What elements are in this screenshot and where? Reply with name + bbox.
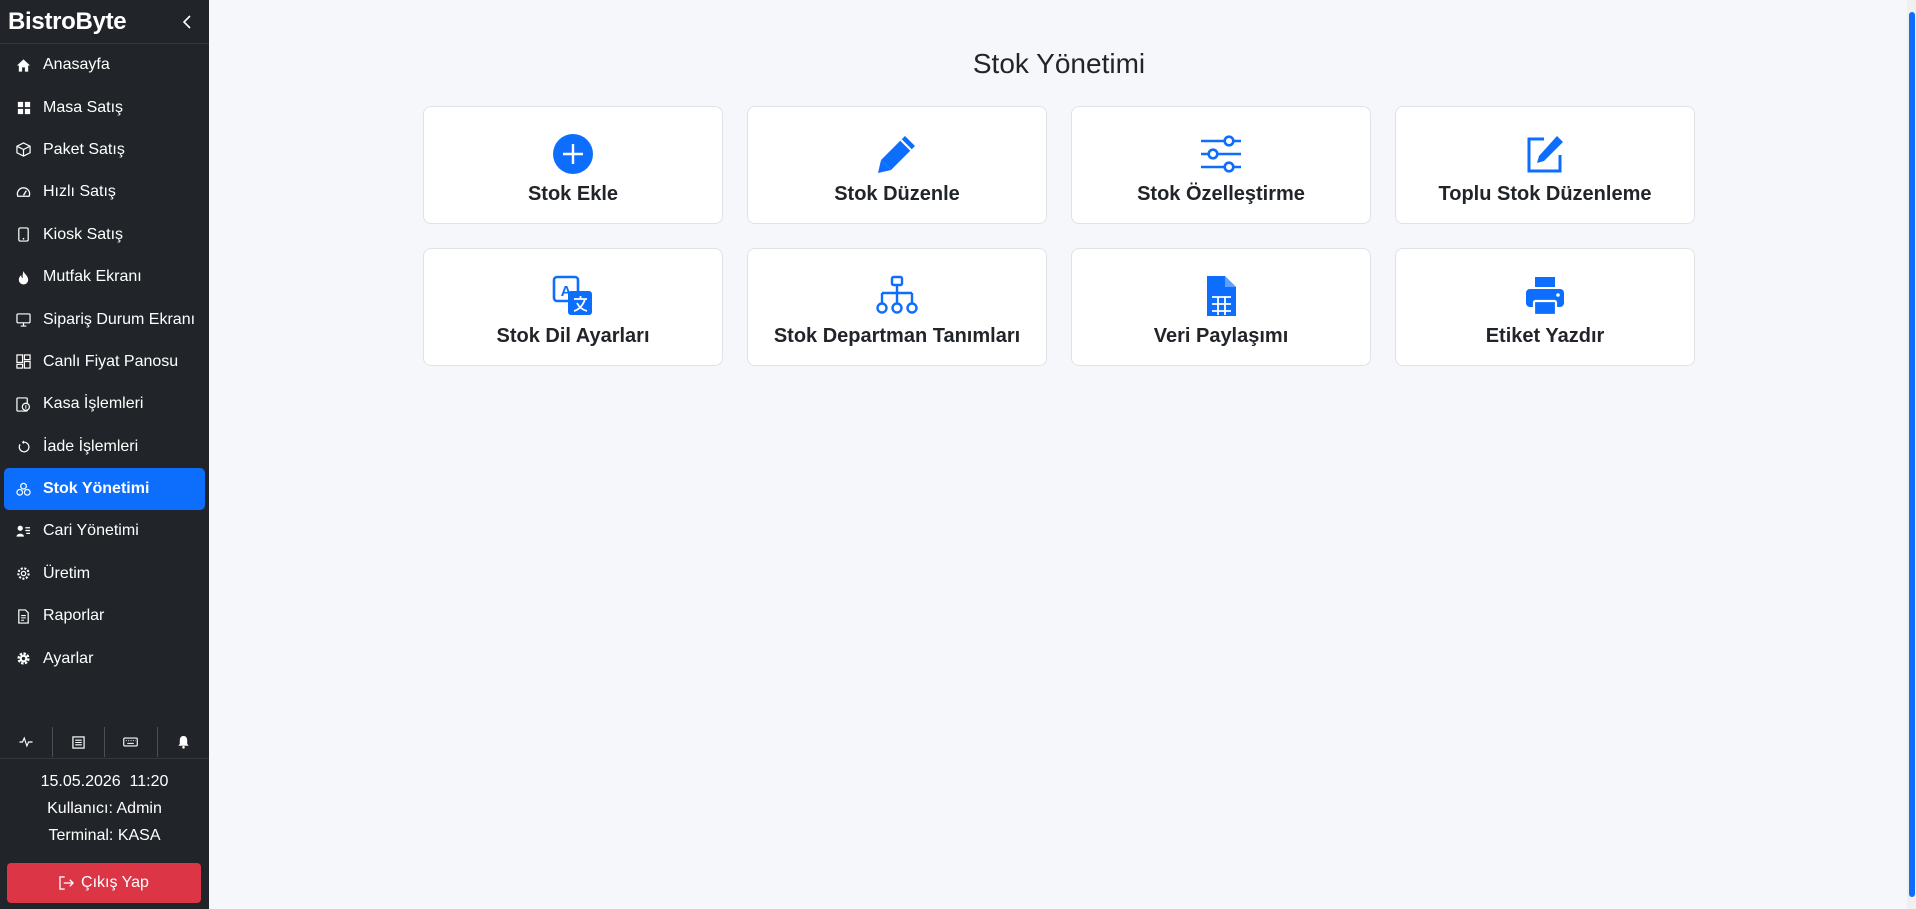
card-stok-ozellestirme[interactable]: Stok Özelleştirme: [1071, 106, 1371, 224]
sidebar-item-label: Masa Satış: [43, 98, 124, 116]
sidebar-toolbar: [0, 724, 209, 760]
sidebar-item-iade-islemleri[interactable]: İade İşlemleri: [4, 426, 205, 468]
terminal-text: Terminal: KASA: [48, 827, 161, 844]
scrollbar-thumb[interactable]: [1909, 12, 1915, 897]
plus-circle-icon: [552, 133, 594, 175]
logout-icon: [59, 876, 75, 890]
diagram-icon: [876, 275, 918, 317]
monitor-icon: [15, 311, 32, 328]
card-etiket-yazdir[interactable]: Etiket Yazdır: [1395, 248, 1695, 366]
keyboard-icon: [123, 737, 139, 747]
receipt-button[interactable]: [53, 726, 105, 758]
page-title: Stok Yönetimi: [972, 48, 1146, 79]
sidebar-item-mutfak-ekrani[interactable]: Mutfak Ekranı: [4, 256, 205, 298]
sliders-icon: [1200, 133, 1242, 175]
sidebar-item-siparis-durum-ekrani[interactable]: Sipariş Durum Ekranı: [4, 298, 205, 340]
grid-icon: [15, 99, 32, 116]
session-info: 15.05.2026 11:20 Kullanıcı: Admin Termin…: [0, 768, 209, 849]
chevron-left-icon: [182, 14, 191, 29]
sidebar-item-uretim[interactable]: Üretim: [4, 553, 205, 595]
sidebar-item-label: Mutfak Ekranı: [43, 268, 142, 286]
sidebar-item-label: Sipariş Durum Ekranı: [43, 310, 196, 328]
brand-title: BistroByte: [8, 7, 127, 35]
datetime-text: 15.05.2026 11:20: [40, 773, 169, 790]
card-label: Stok Ekle: [527, 183, 619, 205]
notifications-button[interactable]: [158, 726, 210, 758]
sidebar-item-label: Stok Yönetimi: [43, 480, 150, 498]
page-scrollbar[interactable]: [1907, 0, 1916, 909]
sidebar-item-cari-yonetimi[interactable]: Cari Yönetimi: [4, 510, 205, 552]
collapse-sidebar-button[interactable]: [179, 13, 197, 31]
dashboard-icon: [15, 353, 32, 370]
sidebar-item-ayarlar[interactable]: Ayarlar: [4, 637, 205, 679]
stock-actions-grid: Stok Ekle Stok Düzenle Stok Özelleştirme…: [423, 106, 1695, 366]
card-label: Stok Departman Tanımları: [773, 325, 1021, 347]
card-label: Stok Dil Ayarları: [496, 325, 650, 347]
keyboard-button[interactable]: [105, 726, 157, 758]
card-label: Veri Paylaşımı: [1153, 325, 1289, 347]
card-stok-ekle[interactable]: Stok Ekle: [423, 106, 723, 224]
receipt-icon: [72, 735, 85, 749]
gear-icon: [15, 650, 32, 667]
sidebar-item-label: Üretim: [43, 564, 91, 582]
box-icon: [15, 141, 32, 158]
sidebar-item-label: Ayarlar: [43, 649, 94, 667]
bell-icon: [178, 735, 189, 749]
sidebar-item-hizli-satis[interactable]: Hızlı Satış: [4, 171, 205, 213]
toolbar-bottom-divider: [0, 758, 209, 759]
card-stok-dil-ayarlari[interactable]: A Stok Dil Ayarları: [423, 248, 723, 366]
printer-icon: [1524, 275, 1566, 317]
sidebar-item-label: Hızlı Satış: [43, 183, 116, 201]
card-stok-departman-tanimlari[interactable]: Stok Departman Tanımları: [747, 248, 1047, 366]
sidebar-item-masa-satis[interactable]: Masa Satış: [4, 86, 205, 128]
card-label: Stok Özelleştirme: [1137, 183, 1305, 205]
logout-label: Çıkış Yap: [81, 874, 149, 891]
sidebar-item-label: Cari Yönetimi: [43, 522, 139, 540]
home-icon: [15, 57, 32, 74]
card-stok-duzenle[interactable]: Stok Düzenle: [747, 106, 1047, 224]
sidebar-item-stok-yonetimi[interactable]: Stok Yönetimi: [4, 467, 205, 511]
sidebar-header: BistroByte: [0, 0, 209, 44]
file-spreadsheet-icon: [1200, 275, 1242, 317]
card-veri-paylasimi[interactable]: Veri Paylaşımı: [1071, 248, 1371, 366]
sidebar-item-label: Paket Satış: [43, 140, 125, 158]
sidebar-item-label: Anasayfa: [43, 56, 110, 74]
tablet-icon: [15, 226, 32, 243]
pencil-square-icon: [1524, 133, 1566, 175]
translate-icon: A: [552, 275, 594, 317]
sidebar-item-label: İade İşlemleri: [43, 437, 139, 455]
sidebar-item-label: Canlı Fiyat Panosu: [43, 352, 179, 370]
sidebar-menu: Anasayfa Masa Satış Paket Satış Hızlı Sa…: [0, 44, 209, 680]
refresh-icon: [15, 438, 32, 455]
sidebar-item-label: Kasa İşlemleri: [43, 395, 144, 413]
cash-register-icon: [15, 396, 32, 413]
sidebar-item-label: Raporlar: [43, 607, 105, 625]
logout-button[interactable]: Çıkış Yap: [7, 863, 201, 903]
sidebar-item-kasa-islemleri[interactable]: Kasa İşlemleri: [4, 383, 205, 425]
gear-wide-icon: [15, 565, 32, 582]
user-text: Kullanıcı: Admin: [47, 800, 162, 817]
fire-icon: [15, 269, 32, 286]
sidebar-item-anasayfa[interactable]: Anasayfa: [4, 44, 205, 86]
sidebar-item-paket-satis[interactable]: Paket Satış: [4, 129, 205, 171]
card-label: Stok Düzenle: [834, 183, 960, 205]
activity-button[interactable]: [0, 726, 52, 758]
speedometer-icon: [15, 184, 32, 201]
sidebar-item-kiosk-satis[interactable]: Kiosk Satış: [4, 214, 205, 256]
card-toplu-stok-duzenleme[interactable]: Toplu Stok Düzenleme: [1395, 106, 1695, 224]
pencil-icon: [876, 133, 918, 175]
activity-icon: [19, 736, 33, 748]
card-label: Toplu Stok Düzenleme: [1438, 183, 1652, 205]
sidebar: BistroByte Anasayfa Masa Satış Paket Sat…: [0, 0, 209, 909]
sidebar-item-canli-fiyat-panosu[interactable]: Canlı Fiyat Panosu: [4, 341, 205, 383]
card-label: Etiket Yazdır: [1485, 325, 1605, 347]
file-text-icon: [15, 608, 32, 625]
person-lines-icon: [15, 523, 32, 540]
boxes-icon: [15, 481, 32, 498]
sidebar-item-raporlar[interactable]: Raporlar: [4, 595, 205, 637]
sidebar-item-label: Kiosk Satış: [43, 225, 124, 243]
